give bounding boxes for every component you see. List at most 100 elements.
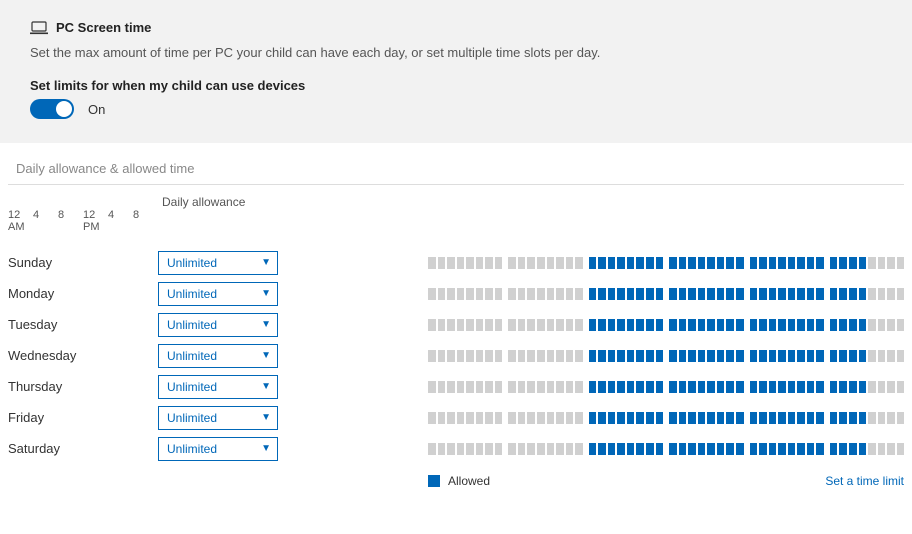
- timeslot-blocked[interactable]: [575, 319, 583, 331]
- timeslot-allowed[interactable]: [830, 350, 838, 362]
- timeslot-allowed[interactable]: [698, 412, 706, 424]
- timeslot-allowed[interactable]: [769, 412, 777, 424]
- daily-allowance-select[interactable]: Unlimited▼: [158, 437, 278, 461]
- timeslot-blocked[interactable]: [495, 412, 503, 424]
- timeslot-blocked[interactable]: [508, 350, 516, 362]
- timeslot-allowed[interactable]: [807, 319, 815, 331]
- timeslot-allowed[interactable]: [707, 350, 715, 362]
- timeslot-blocked[interactable]: [508, 319, 516, 331]
- timeslot-blocked[interactable]: [485, 443, 493, 455]
- timeslot-allowed[interactable]: [598, 319, 606, 331]
- timeslot-allowed[interactable]: [750, 443, 758, 455]
- timeslot-blocked[interactable]: [527, 350, 535, 362]
- timeslot-allowed[interactable]: [627, 288, 635, 300]
- timeslot-allowed[interactable]: [816, 288, 824, 300]
- timeslot-allowed[interactable]: [849, 319, 857, 331]
- timeslot-allowed[interactable]: [707, 288, 715, 300]
- day-timeline[interactable]: [428, 405, 904, 431]
- timeslot-allowed[interactable]: [688, 443, 696, 455]
- timeslot-blocked[interactable]: [878, 319, 886, 331]
- timeslot-blocked[interactable]: [457, 350, 465, 362]
- timeslot-allowed[interactable]: [627, 257, 635, 269]
- timeslot-blocked[interactable]: [457, 257, 465, 269]
- timeslot-blocked[interactable]: [518, 443, 526, 455]
- timeslot-allowed[interactable]: [589, 350, 597, 362]
- timeslot-blocked[interactable]: [575, 443, 583, 455]
- daily-allowance-select[interactable]: Unlimited▼: [158, 344, 278, 368]
- timeslot-allowed[interactable]: [656, 350, 664, 362]
- timeslot-allowed[interactable]: [669, 350, 677, 362]
- timeslot-blocked[interactable]: [518, 257, 526, 269]
- timeslot-blocked[interactable]: [887, 319, 895, 331]
- timeslot-allowed[interactable]: [688, 412, 696, 424]
- daily-allowance-select[interactable]: Unlimited▼: [158, 406, 278, 430]
- timeslot-blocked[interactable]: [438, 350, 446, 362]
- timeslot-blocked[interactable]: [887, 443, 895, 455]
- timeslot-allowed[interactable]: [617, 381, 625, 393]
- day-timeline[interactable]: [428, 250, 904, 276]
- timeslot-blocked[interactable]: [447, 288, 455, 300]
- timeslot-allowed[interactable]: [859, 412, 867, 424]
- daily-allowance-select[interactable]: Unlimited▼: [158, 313, 278, 337]
- timeslot-allowed[interactable]: [707, 319, 715, 331]
- timeslot-allowed[interactable]: [636, 257, 644, 269]
- timeslot-allowed[interactable]: [698, 381, 706, 393]
- timeslot-blocked[interactable]: [527, 257, 535, 269]
- timeslot-allowed[interactable]: [788, 350, 796, 362]
- timeslot-allowed[interactable]: [608, 412, 616, 424]
- timeslot-allowed[interactable]: [750, 288, 758, 300]
- timeslot-allowed[interactable]: [646, 319, 654, 331]
- timeslot-blocked[interactable]: [476, 257, 484, 269]
- timeslot-blocked[interactable]: [466, 443, 474, 455]
- timeslot-blocked[interactable]: [547, 412, 555, 424]
- timeslot-allowed[interactable]: [797, 381, 805, 393]
- timeslot-allowed[interactable]: [816, 443, 824, 455]
- timeslot-allowed[interactable]: [627, 412, 635, 424]
- timeslot-allowed[interactable]: [807, 350, 815, 362]
- timeslot-allowed[interactable]: [769, 257, 777, 269]
- timeslot-allowed[interactable]: [598, 350, 606, 362]
- timeslot-blocked[interactable]: [547, 319, 555, 331]
- timeslot-allowed[interactable]: [849, 257, 857, 269]
- timeslot-blocked[interactable]: [428, 288, 436, 300]
- timeslot-blocked[interactable]: [556, 443, 564, 455]
- timeslot-allowed[interactable]: [646, 288, 654, 300]
- timeslot-blocked[interactable]: [518, 319, 526, 331]
- timeslot-allowed[interactable]: [839, 412, 847, 424]
- timeslot-allowed[interactable]: [698, 257, 706, 269]
- timeslot-allowed[interactable]: [839, 288, 847, 300]
- timeslot-blocked[interactable]: [527, 381, 535, 393]
- timeslot-allowed[interactable]: [859, 381, 867, 393]
- timeslot-allowed[interactable]: [807, 288, 815, 300]
- timeslot-allowed[interactable]: [797, 412, 805, 424]
- timeslot-blocked[interactable]: [566, 257, 574, 269]
- timeslot-allowed[interactable]: [839, 319, 847, 331]
- timeslot-blocked[interactable]: [897, 319, 905, 331]
- timeslot-allowed[interactable]: [589, 412, 597, 424]
- timeslot-allowed[interactable]: [688, 257, 696, 269]
- timeslot-blocked[interactable]: [556, 412, 564, 424]
- timeslot-allowed[interactable]: [726, 381, 734, 393]
- timeslot-allowed[interactable]: [636, 381, 644, 393]
- timeslot-allowed[interactable]: [679, 412, 687, 424]
- timeslot-allowed[interactable]: [839, 443, 847, 455]
- day-timeline[interactable]: [428, 374, 904, 400]
- timeslot-blocked[interactable]: [495, 288, 503, 300]
- timeslot-blocked[interactable]: [887, 381, 895, 393]
- timeslot-allowed[interactable]: [736, 412, 744, 424]
- timeslot-allowed[interactable]: [589, 319, 597, 331]
- timeslot-allowed[interactable]: [788, 381, 796, 393]
- timeslot-allowed[interactable]: [608, 319, 616, 331]
- timeslot-blocked[interactable]: [476, 381, 484, 393]
- timeslot-blocked[interactable]: [537, 319, 545, 331]
- timeslot-blocked[interactable]: [457, 381, 465, 393]
- timeslot-allowed[interactable]: [608, 350, 616, 362]
- timeslot-allowed[interactable]: [598, 257, 606, 269]
- timeslot-blocked[interactable]: [878, 443, 886, 455]
- timeslot-blocked[interactable]: [556, 350, 564, 362]
- timeslot-allowed[interactable]: [707, 381, 715, 393]
- timeslot-blocked[interactable]: [527, 319, 535, 331]
- timeslot-allowed[interactable]: [736, 350, 744, 362]
- timeslot-blocked[interactable]: [575, 381, 583, 393]
- timeslot-allowed[interactable]: [646, 381, 654, 393]
